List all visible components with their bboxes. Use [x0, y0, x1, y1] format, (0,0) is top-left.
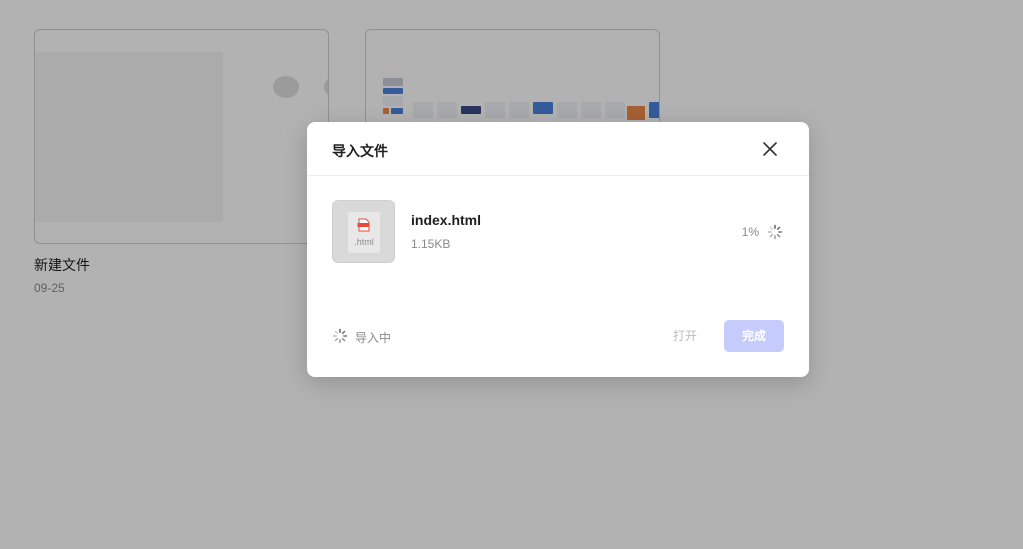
dialog-divider	[307, 175, 809, 176]
open-button[interactable]: 打开	[663, 320, 707, 352]
file-extension-label: .html	[354, 237, 374, 247]
file-size: 1.15KB	[411, 237, 451, 251]
html-file-icon	[357, 218, 370, 232]
done-button[interactable]: 完成	[724, 320, 784, 352]
import-file-dialog: 导入文件 .html index.html 1.15KB 1% 导入中 打开 完…	[307, 122, 809, 377]
import-loading-spinner-icon	[332, 328, 348, 344]
close-icon[interactable]	[759, 138, 781, 160]
import-status-text: 导入中	[355, 331, 392, 345]
file-name: index.html	[411, 212, 482, 228]
file-icon: .html	[348, 212, 380, 253]
workspace-page: 新建文件 09-25 导入文件 .html index.html 1.15KB …	[0, 0, 1023, 549]
close-button[interactable]	[759, 138, 781, 160]
file-type-thumbnail: .html	[332, 200, 395, 263]
upload-progress-text: 1%	[741, 225, 759, 239]
file-loading-spinner-icon	[767, 224, 783, 240]
dialog-title: 导入文件	[332, 143, 388, 159]
